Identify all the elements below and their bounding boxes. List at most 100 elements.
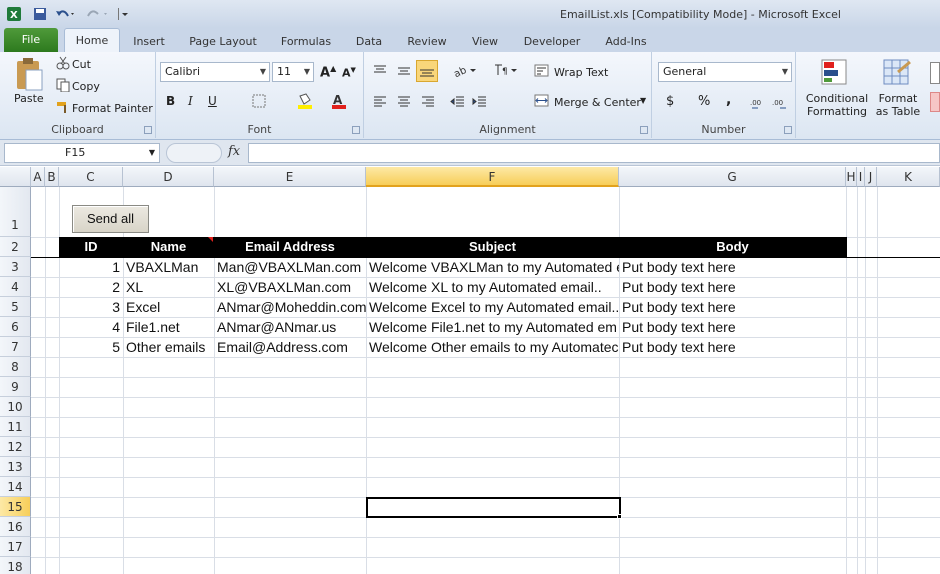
cell-body[interactable]: Put body text here — [619, 317, 846, 337]
text-direction-icon[interactable]: ¶ — [492, 62, 518, 78]
format-painter-icon[interactable] — [56, 100, 70, 114]
column-header-d[interactable]: D — [123, 167, 214, 187]
percent-button[interactable]: % — [698, 94, 710, 109]
tab-view[interactable]: View — [466, 32, 504, 52]
column-header-i[interactable]: I — [857, 167, 865, 187]
decrease-indent-icon[interactable] — [450, 94, 466, 108]
comment-indicator-icon[interactable] — [208, 237, 213, 242]
send-all-button[interactable]: Send all — [72, 205, 149, 233]
row-header-3[interactable]: 3 — [0, 257, 31, 277]
row-header-10[interactable]: 10 — [0, 397, 31, 417]
row-header-7[interactable]: 7 — [0, 337, 31, 357]
cell-email[interactable]: ANmar@Moheddin.com — [214, 297, 366, 317]
column-header-b[interactable]: B — [45, 167, 59, 187]
number-format-select[interactable]: General ▼ — [658, 62, 792, 82]
decrease-decimal-icon[interactable]: .00 — [772, 94, 790, 110]
column-header-h[interactable]: H — [846, 167, 857, 187]
borders-icon[interactable] — [252, 94, 268, 108]
cell-styles-gallery[interactable] — [930, 62, 940, 84]
cell-id[interactable]: 2 — [59, 277, 123, 297]
font-name-select[interactable]: Calibri ▼ — [160, 62, 270, 82]
column-header-c[interactable]: C — [59, 167, 123, 187]
customize-toolbar-icon[interactable] — [116, 6, 130, 22]
undo-icon[interactable] — [54, 6, 76, 22]
increase-decimal-icon[interactable]: .00 — [750, 94, 768, 110]
tab-formulas[interactable]: Formulas — [276, 32, 336, 52]
cell-name[interactable]: VBAXLMan — [123, 257, 214, 277]
worksheet-grid[interactable]: A B C D E F G H I J K 1 2 3 4 5 6 7 8 9 … — [0, 167, 940, 574]
italic-icon[interactable]: I — [188, 94, 193, 108]
column-header-f[interactable]: F — [366, 167, 619, 187]
align-middle-icon[interactable] — [396, 64, 412, 78]
cell-email[interactable]: Email@Address.com — [214, 337, 366, 357]
cell-body[interactable]: Put body text here — [619, 277, 846, 297]
row-header-9[interactable]: 9 — [0, 377, 31, 397]
align-top-icon[interactable] — [372, 64, 388, 78]
redo-icon[interactable] — [84, 6, 110, 22]
paste-icon[interactable] — [14, 56, 44, 92]
row-header-2[interactable]: 2 — [0, 237, 31, 257]
tab-developer[interactable]: Developer — [520, 32, 584, 52]
fill-color-icon[interactable] — [296, 92, 314, 110]
cell-email[interactable]: Man@VBAXLMan.com — [214, 257, 366, 277]
merge-center-icon[interactable] — [534, 94, 550, 108]
font-size-select[interactable]: 11 ▼ — [272, 62, 314, 82]
wrap-text-icon[interactable] — [534, 64, 550, 78]
conditional-formatting-icon[interactable] — [820, 58, 850, 88]
comma-button[interactable]: , — [726, 92, 731, 108]
row-header-15[interactable]: 15 — [0, 497, 31, 517]
currency-button[interactable]: $ — [666, 94, 674, 109]
insert-function-icon[interactable]: fx — [228, 144, 240, 159]
cell-name[interactable]: Excel — [123, 297, 214, 317]
cut-icon[interactable] — [56, 56, 70, 70]
row-header-6[interactable]: 6 — [0, 317, 31, 337]
format-as-table-button[interactable]: Format as Table — [872, 92, 924, 118]
cell-body[interactable]: Put body text here — [619, 257, 846, 277]
underline-icon[interactable]: U — [208, 94, 217, 108]
row-header-1[interactable]: 1 — [0, 187, 31, 237]
align-left-icon[interactable] — [372, 94, 388, 108]
font-color-icon[interactable]: A — [330, 92, 348, 110]
chevron-down-icon[interactable]: ▼ — [640, 96, 646, 105]
column-header-g[interactable]: G — [619, 167, 846, 187]
cell-subject[interactable]: Welcome XL to my Automated email.. — [366, 277, 619, 297]
shrink-font-icon[interactable]: A▼ — [342, 66, 356, 80]
orientation-icon[interactable]: ab — [452, 62, 478, 78]
column-header-a[interactable]: A — [31, 167, 45, 187]
conditional-formatting-button[interactable]: Conditional Formatting — [804, 92, 870, 118]
copy-button[interactable]: Copy — [72, 80, 100, 93]
tab-review[interactable]: Review — [402, 32, 452, 52]
active-cell-f15[interactable] — [366, 497, 621, 518]
format-as-table-icon[interactable] — [882, 58, 912, 88]
cell-name[interactable]: XL — [123, 277, 214, 297]
row-header-13[interactable]: 13 — [0, 457, 31, 477]
cell-id[interactable]: 1 — [59, 257, 123, 277]
paste-button[interactable]: Paste — [14, 92, 44, 105]
column-header-j[interactable]: J — [865, 167, 877, 187]
tab-insert[interactable]: Insert — [126, 32, 172, 52]
formula-input[interactable] — [248, 143, 940, 163]
cell-body[interactable]: Put body text here — [619, 337, 846, 357]
increase-indent-icon[interactable] — [472, 94, 488, 108]
style-bad-swatch[interactable] — [930, 92, 940, 112]
row-header-14[interactable]: 14 — [0, 477, 31, 497]
grow-font-icon[interactable]: A▲ — [320, 64, 336, 80]
merge-center-button[interactable]: Merge & Center — [554, 96, 641, 109]
tab-file[interactable]: File — [4, 28, 58, 52]
tab-add-ins[interactable]: Add-Ins — [600, 32, 652, 52]
tab-page-layout[interactable]: Page Layout — [186, 32, 260, 52]
cell-email[interactable]: XL@VBAXLMan.com — [214, 277, 366, 297]
fill-handle[interactable] — [617, 514, 622, 519]
cell-id[interactable]: 4 — [59, 317, 123, 337]
select-all-corner[interactable] — [0, 167, 31, 187]
name-box[interactable]: F15 ▼ — [4, 143, 160, 163]
cell-subject[interactable]: Welcome Other emails to my Automatec — [366, 337, 619, 357]
row-header-18[interactable]: 18 — [0, 557, 31, 574]
cell-name[interactable]: File1.net — [123, 317, 214, 337]
cell-id[interactable]: 5 — [59, 337, 123, 357]
cell-subject[interactable]: Welcome File1.net to my Automated em — [366, 317, 619, 337]
row-header-5[interactable]: 5 — [0, 297, 31, 317]
row-header-11[interactable]: 11 — [0, 417, 31, 437]
cell-subject[interactable]: Welcome Excel to my Automated email.. — [366, 297, 619, 317]
row-header-16[interactable]: 16 — [0, 517, 31, 537]
